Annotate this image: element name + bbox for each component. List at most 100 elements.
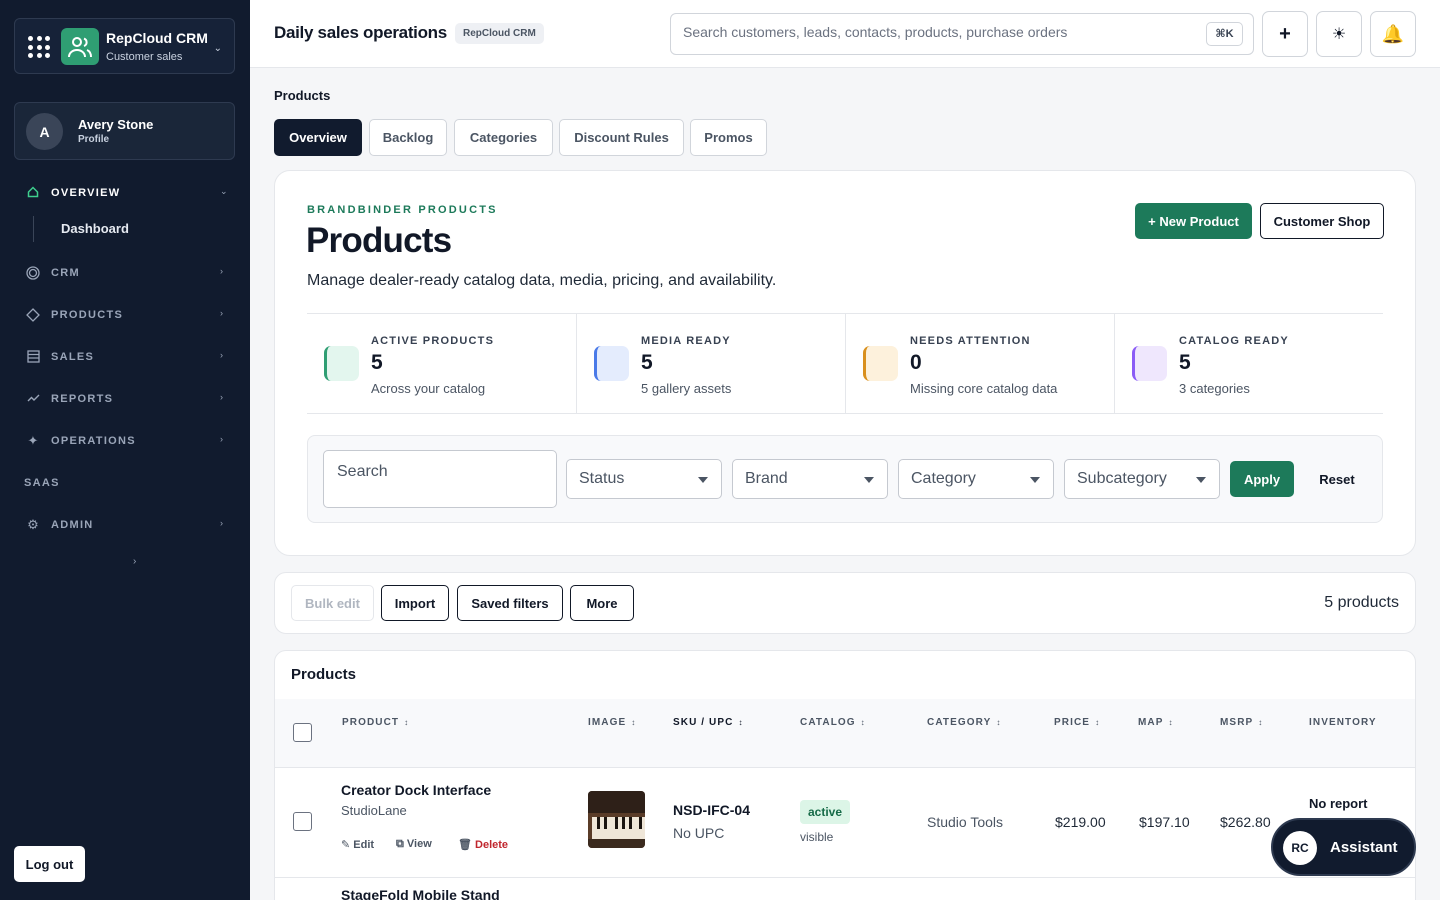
page-title: Daily sales operations xyxy=(274,23,447,42)
subcategory-select[interactable]: Subcategory xyxy=(1064,459,1220,499)
home-icon xyxy=(26,186,40,200)
sidebar-item-products[interactable]: PRODUCTS › xyxy=(0,302,250,332)
tab-overview[interactable]: Overview xyxy=(274,119,362,156)
column-header-price[interactable]: PRICE ↕ xyxy=(1054,717,1100,728)
theme-toggle-button[interactable]: ☀ xyxy=(1316,11,1362,57)
sort-icon: ↕ xyxy=(1258,718,1264,727)
column-header-image[interactable]: IMAGE ↕ xyxy=(588,717,636,728)
sidebar-item-label: PRODUCTS xyxy=(51,309,124,321)
sidebar-subitem-dashboard[interactable]: Dashboard xyxy=(33,216,213,242)
sort-icon: ↕ xyxy=(1095,718,1101,727)
sidebar-item-operations[interactable]: ✦ OPERATIONS › xyxy=(0,428,250,458)
row-checkbox[interactable] xyxy=(293,812,312,831)
trash-icon: 🗑 xyxy=(458,839,472,851)
products-table-card: Products PRODUCT ↕ IMAGE ↕ SKU / UPC ↕ CATA… xyxy=(274,650,1416,900)
sidebar-item-crm[interactable]: CRM › xyxy=(0,260,250,290)
table-icon xyxy=(26,350,40,364)
sparkle-icon: ✦ xyxy=(27,433,39,448)
org-switcher[interactable]: RepCloud CRM Customer sales ⌄ xyxy=(14,18,235,74)
eyebrow-label: BRANDBINDER PRODUCTS xyxy=(307,204,498,216)
column-header-sku[interactable]: SKU / UPC ↕ xyxy=(673,717,744,728)
category-select[interactable]: Category xyxy=(898,459,1054,499)
view-link[interactable]: ⧉ View xyxy=(396,838,432,851)
new-product-button[interactable]: + New Product xyxy=(1135,203,1252,239)
status-select[interactable]: Status xyxy=(566,459,722,499)
select-all-checkbox[interactable] xyxy=(293,723,312,742)
collapse-sidebar-icon[interactable]: › xyxy=(133,556,136,567)
column-label: MAP xyxy=(1138,717,1164,728)
edit-label: Edit xyxy=(353,839,375,851)
search-input[interactable] xyxy=(683,24,1193,40)
add-button[interactable]: + xyxy=(1262,11,1308,57)
chevron-right-icon: › xyxy=(220,392,223,402)
tab-promos[interactable]: Promos xyxy=(690,119,767,156)
product-price: $219.00 xyxy=(1055,814,1106,830)
stat-catalog-ready: CATALOG READY 5 3 categories xyxy=(1114,314,1383,414)
product-count: 5 products xyxy=(1324,594,1399,611)
chevron-right-icon: › xyxy=(220,308,223,318)
tab-backlog[interactable]: Backlog xyxy=(369,119,447,156)
column-header-map[interactable]: MAP ↕ xyxy=(1138,717,1174,728)
more-button[interactable]: More xyxy=(570,585,634,621)
column-label: PRICE xyxy=(1054,717,1091,728)
tab-categories[interactable]: Categories xyxy=(454,119,553,156)
column-header-product[interactable]: PRODUCT ↕ xyxy=(342,717,409,728)
product-search-input[interactable] xyxy=(337,463,537,481)
sort-icon: ↕ xyxy=(404,718,410,727)
stat-label: ACTIVE PRODUCTS xyxy=(371,335,495,347)
stat-label: NEEDS ATTENTION xyxy=(910,335,1031,347)
product-map: $197.10 xyxy=(1139,814,1190,830)
assistant-avatar: RC xyxy=(1283,831,1317,865)
delete-link[interactable]: 🗑 Delete xyxy=(458,838,508,851)
inventory-status: No report xyxy=(1309,796,1368,811)
table-header: PRODUCT ↕ IMAGE ↕ SKU / UPC ↕ CATALOG ↕ CATE… xyxy=(275,699,1415,768)
profile-label: Profile xyxy=(78,134,110,145)
profile-name: Avery Stone xyxy=(78,117,154,132)
caret-down-icon xyxy=(864,477,874,483)
sidebar-item-overview[interactable]: OVERVIEW ⌄ xyxy=(0,180,250,210)
stat-sub: Missing core catalog data xyxy=(910,381,1058,396)
apps-grid-icon[interactable] xyxy=(28,36,50,58)
import-button[interactable]: Import xyxy=(381,585,449,621)
reset-button[interactable]: Reset xyxy=(1306,461,1368,497)
tab-discount-rules[interactable]: Discount Rules xyxy=(559,119,684,156)
saved-filters-button[interactable]: Saved filters xyxy=(457,585,563,621)
app-badge: RepCloud CRM xyxy=(455,23,544,44)
product-category: Studio Tools xyxy=(927,814,1004,830)
sort-icon: ↕ xyxy=(738,718,744,727)
profile-card[interactable]: A Avery Stone Profile xyxy=(14,102,235,160)
assistant-button[interactable]: RC Assistant xyxy=(1271,818,1416,876)
notifications-button[interactable]: 🔔 xyxy=(1370,11,1416,57)
chevron-right-icon: › xyxy=(220,266,223,276)
stat-sub: 3 categories xyxy=(1179,381,1250,396)
sidebar-item-admin[interactable]: ⚙ ADMIN › xyxy=(0,512,250,542)
column-header-msrp[interactable]: MSRP ↕ xyxy=(1220,717,1263,728)
products-hero-card: BRANDBINDER PRODUCTS Products Manage dea… xyxy=(274,170,1416,556)
sidebar-item-sales[interactable]: SALES › xyxy=(0,344,250,374)
customer-shop-button[interactable]: Customer Shop xyxy=(1260,203,1384,239)
sidebar-item-reports[interactable]: REPORTS › xyxy=(0,386,250,416)
product-thumbnail[interactable] xyxy=(588,791,645,848)
apply-button[interactable]: Apply xyxy=(1230,461,1294,497)
bulk-edit-button[interactable]: Bulk edit xyxy=(291,585,374,621)
column-header-category[interactable]: CATEGORY ↕ xyxy=(927,717,1001,728)
product-search[interactable] xyxy=(323,450,557,508)
bell-icon: 🔔 xyxy=(1381,23,1405,44)
circle-icon xyxy=(26,266,40,280)
avatar: A xyxy=(26,113,63,150)
external-link-icon: ⧉ xyxy=(396,838,404,850)
column-header-inventory[interactable]: INVENTORY xyxy=(1309,717,1377,728)
global-search[interactable]: ⌘K xyxy=(670,13,1254,55)
stat-label: MEDIA READY xyxy=(641,335,731,347)
column-label: MSRP xyxy=(1220,717,1254,728)
brand-select[interactable]: Brand xyxy=(732,459,888,499)
logout-button[interactable]: Log out xyxy=(14,846,85,882)
table-row[interactable]: Creator Dock Interface StudioLane ✎ Edit… xyxy=(275,768,1415,900)
status-badge: active xyxy=(800,800,851,824)
edit-link[interactable]: ✎ Edit xyxy=(341,838,374,851)
product-name[interactable]: StageFold Mobile Stand xyxy=(341,887,500,900)
column-header-catalog[interactable]: CATALOG ↕ xyxy=(800,717,866,728)
product-name[interactable]: Creator Dock Interface xyxy=(341,782,491,798)
delete-label: Delete xyxy=(475,839,509,851)
shortcut-badge: ⌘K xyxy=(1206,22,1243,46)
